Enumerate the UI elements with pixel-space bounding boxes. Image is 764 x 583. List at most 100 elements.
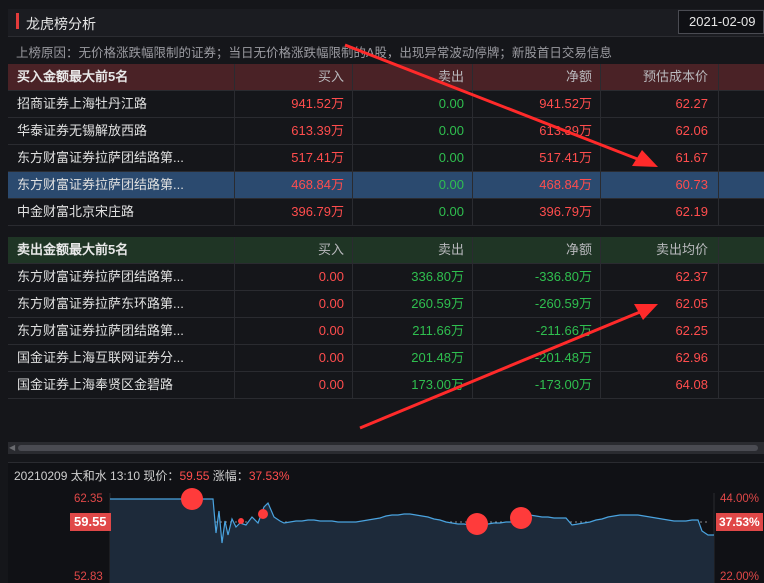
right-axis-top: 44.00% (720, 493, 760, 505)
buy-seat-row[interactable]: 招商证券上海牡丹江路 941.52万 0.00 941.52万 62.27 (8, 91, 764, 118)
sell-amount: 0.00 (438, 150, 464, 165)
title-accent-bar (16, 13, 19, 29)
column-separator (352, 64, 353, 226)
left-axis-bottom: 52.83 (74, 571, 103, 583)
net-amount: 468.84万 (539, 177, 592, 192)
seat-name: 国金证券上海互联网证券分... (17, 350, 184, 365)
column-separator (352, 237, 353, 399)
trade-marker[interactable] (466, 513, 488, 535)
left-axis-top: 62.35 (74, 493, 103, 505)
buy-amount: 468.84万 (291, 177, 344, 192)
net-amount: 396.79万 (539, 204, 592, 219)
header-buy[interactable]: 买入 (234, 237, 344, 263)
header-name: 卖出金额最大前5名 (17, 242, 129, 257)
column-separator (600, 237, 601, 399)
sell-seat-row[interactable]: 东方财富证券拉萨团结路第... 0.00 336.80万 -336.80万 62.37 (8, 264, 764, 291)
header-net[interactable]: 净额 (472, 237, 592, 263)
scroll-thumb[interactable] (18, 445, 758, 451)
current-price-tag: 59.55 (70, 513, 111, 531)
seat-name: 中金财富北京宋庄路 (17, 204, 135, 219)
column-separator (472, 64, 473, 226)
net-amount: -211.66万 (535, 323, 592, 338)
sell-amount: 211.66万 (412, 323, 464, 338)
buy-top5-table: 买入金额最大前5名 买入 卖出 净额 预估成本价 招商证券上海牡丹江路 941.5… (8, 64, 764, 226)
price-value: 61.67 (675, 150, 708, 165)
right-axis-bottom: 22.00% (720, 571, 760, 583)
panel-header: 龙虎榜分析 2021-02-09 (8, 9, 764, 37)
horizontal-scrollbar[interactable]: ◀ (8, 442, 764, 454)
buy-amount: 613.39万 (291, 123, 344, 138)
buy-amount: 517.41万 (291, 150, 344, 165)
net-amount: -201.48万 (534, 350, 592, 365)
net-amount: -173.00万 (534, 377, 592, 392)
column-separator (234, 64, 235, 226)
buy-amount: 396.79万 (291, 204, 344, 219)
sell-amount: 0.00 (438, 204, 464, 219)
column-separator (234, 237, 235, 399)
buy-amount: 0.00 (318, 350, 344, 365)
buy-seat-row[interactable]: 中金财富北京宋庄路 396.79万 0.00 396.79万 62.19 (8, 199, 764, 226)
buy-amount: 0.00 (318, 296, 344, 311)
trade-marker[interactable] (238, 518, 244, 524)
listing-reason: 上榜原因：无价格涨跌幅限制的证券；当日无价格涨跌幅限制的A股，出现异常波动停牌；… (16, 46, 612, 60)
header-sell[interactable]: 卖出 (352, 64, 464, 90)
buy-seat-row[interactable]: 东方财富证券拉萨团结路第... 517.41万 0.00 517.41万 61.67 (8, 145, 764, 172)
header-sell[interactable]: 卖出 (352, 237, 464, 263)
price-value: 62.25 (675, 323, 708, 338)
seat-name: 国金证券上海奉贤区金碧路 (17, 377, 174, 392)
price-value: 62.96 (675, 350, 708, 365)
intraday-chart: 20210209 太和水 13:10 现价：59.55 涨幅：37.53% 62… (8, 462, 764, 583)
net-amount: -336.80万 (534, 269, 592, 284)
sell-amount: 0.00 (438, 177, 464, 192)
price-area-fill (110, 499, 714, 583)
buy-table-header: 买入金额最大前5名 买入 卖出 净额 预估成本价 (8, 64, 764, 91)
sell-amount: 201.48万 (411, 350, 464, 365)
price-value: 62.06 (675, 123, 708, 138)
column-separator (600, 64, 601, 226)
trade-marker[interactable] (181, 488, 203, 510)
sell-seat-row[interactable]: 国金证券上海互联网证券分... 0.00 201.48万 -201.48万 62.96 (8, 345, 764, 372)
price-value: 60.73 (675, 177, 708, 192)
sell-amount: 260.59万 (411, 296, 464, 311)
price-value: 62.19 (675, 204, 708, 219)
sell-amount: 336.80万 (411, 269, 464, 284)
header-name: 买入金额最大前5名 (17, 69, 129, 84)
price-line-chart[interactable] (8, 463, 764, 583)
buy-amount: 0.00 (318, 377, 344, 392)
buy-seat-row[interactable]: 华泰证券无锡解放西路 613.39万 0.00 613.39万 62.06 (8, 118, 764, 145)
sell-amount: 0.00 (438, 96, 464, 111)
seat-name: 东方财富证券拉萨团结路第... (17, 269, 184, 284)
net-amount: -260.59万 (534, 296, 592, 311)
sell-table-header: 卖出金额最大前5名 买入 卖出 净额 卖出均价 (8, 237, 764, 264)
net-amount: 941.52万 (539, 96, 592, 111)
trade-marker[interactable] (510, 507, 532, 529)
header-buy[interactable]: 买入 (234, 64, 344, 90)
header-net[interactable]: 净额 (472, 64, 592, 90)
seat-name: 招商证券上海牡丹江路 (17, 96, 148, 111)
net-amount: 517.41万 (539, 150, 592, 165)
buy-amount: 0.00 (318, 323, 344, 338)
header-cost[interactable]: 预估成本价 (600, 64, 708, 90)
price-value: 62.05 (675, 296, 708, 311)
buy-seat-row[interactable]: 东方财富证券拉萨团结路第... 468.84万 0.00 468.84万 60.73 (8, 172, 764, 199)
buy-amount: 0.00 (318, 269, 344, 284)
seat-name: 东方财富证券拉萨团结路第... (17, 150, 184, 165)
sell-seat-row[interactable]: 国金证券上海奉贤区金碧路 0.00 173.00万 -173.00万 64.08 (8, 372, 764, 399)
date-selector[interactable]: 2021-02-09 (678, 10, 764, 34)
sell-seat-row[interactable]: 东方财富证券拉萨团结路第... 0.00 211.66万 -211.66万 62.25 (8, 318, 764, 345)
seat-name: 东方财富证券拉萨东环路第... (17, 296, 184, 311)
trade-marker[interactable] (258, 509, 268, 519)
seat-name: 东方财富证券拉萨团结路第... (17, 177, 184, 192)
price-value: 62.37 (675, 269, 708, 284)
price-value: 62.27 (675, 96, 708, 111)
column-separator (718, 64, 719, 226)
sell-top5-table: 卖出金额最大前5名 买入 卖出 净额 卖出均价 东方财富证券拉萨团结路第... 0… (8, 237, 764, 399)
sell-seat-row[interactable]: 东方财富证券拉萨东环路第... 0.00 260.59万 -260.59万 62.05 (8, 291, 764, 318)
net-amount: 613.39万 (539, 123, 592, 138)
header-cost[interactable]: 卖出均价 (600, 237, 708, 263)
scroll-left-arrow-icon[interactable]: ◀ (9, 444, 15, 452)
price-value: 64.08 (675, 377, 708, 392)
sell-amount: 0.00 (438, 123, 464, 138)
panel-title: 龙虎榜分析 (26, 16, 96, 32)
current-percent-tag: 37.53% (716, 513, 763, 531)
